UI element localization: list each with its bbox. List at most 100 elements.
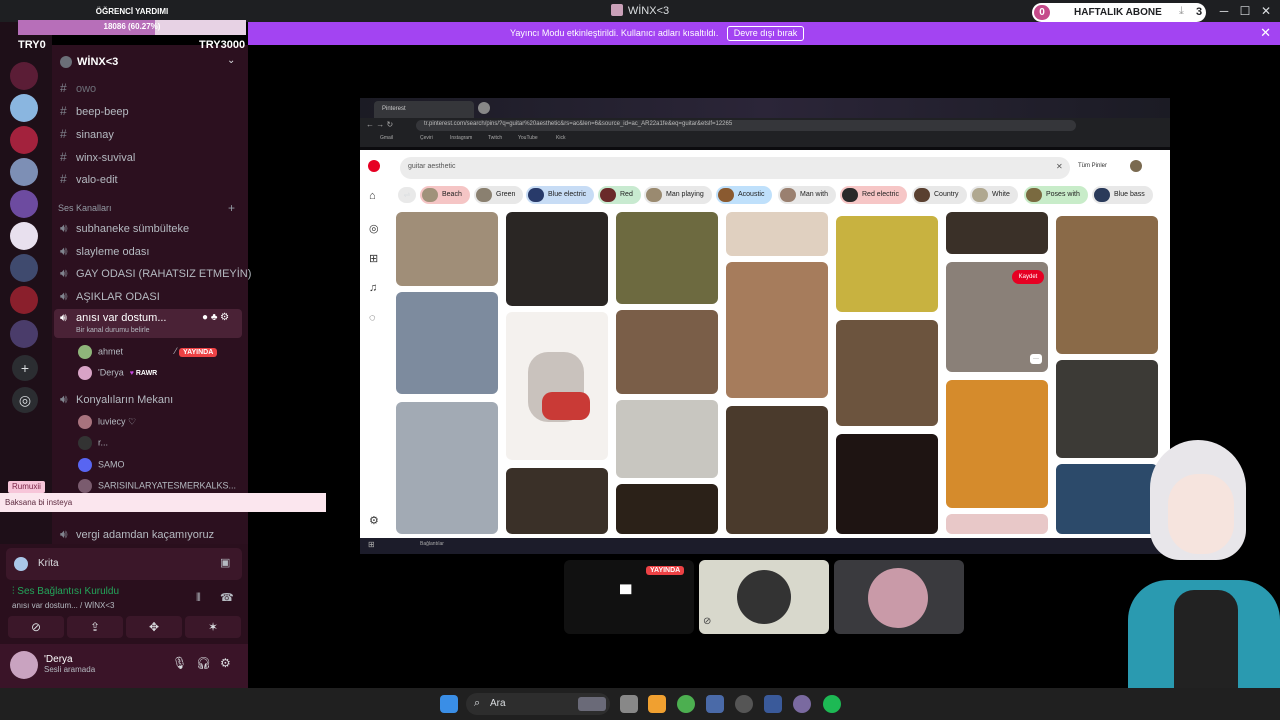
voice-user[interactable]: SARISINLARYATESMERKALKS... — [78, 479, 236, 493]
active-voice-channel[interactable]: 🔊︎ anısı var dostum... Bir kanal durumu b… — [54, 309, 242, 338]
channel-status[interactable]: Bir kanal durumu belirle — [76, 327, 150, 334]
bookmark[interactable]: Twitch — [488, 135, 502, 141]
channel-beep-beep[interactable]: # beep-beep — [60, 104, 129, 118]
pin[interactable] — [946, 514, 1048, 534]
server-icon[interactable] — [10, 126, 38, 154]
pin[interactable] — [836, 320, 938, 426]
clear-search-icon[interactable]: ✕ — [1056, 162, 1063, 171]
voice-channel[interactable]: 🔊︎ subhaneke sümbülteke — [60, 221, 189, 236]
server-icon[interactable] — [10, 94, 38, 122]
soundboard-icon[interactable]: ✶ — [185, 616, 241, 638]
connection-channel[interactable]: anısı var dostum... / WİNX<3 — [12, 601, 114, 610]
notification-icon[interactable]: ♫ — [369, 282, 377, 294]
settings-icon[interactable]: ⚙ — [369, 514, 379, 527]
voice-channel[interactable]: 🔊︎ GAY ODASI (RAHATSIZ ETMEYİN) — [60, 266, 251, 281]
pin[interactable] — [946, 212, 1048, 254]
browser-tab[interactable]: Pinterest — [374, 101, 474, 118]
pin[interactable] — [396, 402, 498, 534]
share-screen-icon[interactable]: ⇪ — [67, 616, 123, 638]
user-name[interactable]: 'Derya — [44, 654, 73, 665]
pin[interactable] — [726, 406, 828, 534]
chip-red[interactable]: Red — [598, 186, 641, 204]
channel-actions-icon[interactable]: ● ♣ ⚙ — [202, 312, 229, 323]
screen-share-icon[interactable]: ▣ — [220, 556, 230, 569]
pin[interactable] — [836, 216, 938, 312]
bookmark[interactable]: Çeviri — [420, 135, 433, 141]
voice-channel-konya[interactable]: 🔊︎ Konyalıların Mekanı — [60, 392, 173, 407]
stream-view[interactable]: Pinterest ← → ↻ tr.pinterest.com/search/… — [360, 98, 1170, 554]
pin[interactable] — [836, 434, 938, 534]
voice-user[interactable]: r... — [78, 436, 108, 450]
connection-status[interactable]: ⫶ Ses Bağlantısı Kuruldu — [12, 586, 119, 597]
close-window-button[interactable]: ✕ — [1256, 2, 1276, 20]
explore-icon[interactable]: ◎ — [369, 222, 379, 235]
voice-user[interactable]: ahmet ⁄ YAYINDA — [78, 345, 218, 359]
pin[interactable] — [616, 484, 718, 534]
start-icon[interactable] — [440, 695, 458, 713]
pin[interactable] — [506, 468, 608, 534]
pin[interactable] — [506, 212, 608, 306]
spotify-icon[interactable] — [823, 695, 841, 713]
bookmark[interactable]: Kick — [556, 135, 565, 141]
server-icon[interactable] — [10, 222, 38, 250]
more-icon[interactable]: ··· — [1030, 354, 1042, 364]
server-icon[interactable] — [10, 158, 38, 186]
voice-channel-vergi[interactable]: 🔊︎ vergi adamdan kaçamıyoruz — [60, 527, 214, 542]
chip-red-electric[interactable]: Red electric — [840, 186, 907, 204]
server-icon[interactable] — [10, 254, 38, 282]
disconnect-icon[interactable]: ☎ — [220, 591, 234, 604]
voice-channel[interactable]: 🔊︎ slayleme odası — [60, 244, 149, 259]
chrome-icon[interactable] — [677, 695, 695, 713]
app-icon[interactable] — [706, 695, 724, 713]
channel-valo-edit[interactable]: # valo-edit — [60, 172, 118, 186]
server-icon[interactable] — [10, 62, 38, 90]
disable-streamer-mode-button[interactable]: Devre dışı bırak — [727, 26, 804, 41]
explore-icon[interactable]: ◎ — [12, 387, 38, 413]
chip-acoustic[interactable]: Acoustic — [716, 186, 773, 204]
avatar[interactable] — [10, 651, 38, 679]
chip-beach[interactable]: Beach — [420, 186, 470, 204]
participant-tile[interactable] — [834, 560, 964, 634]
voice-user[interactable]: luviecy ♡ — [78, 415, 136, 429]
chip-country[interactable]: Country — [912, 186, 967, 204]
server-folder-icon[interactable] — [10, 320, 38, 348]
stream-tile[interactable]: YAYINDA ▀ — [564, 560, 694, 634]
voice-category[interactable]: Ses Kanalları — [58, 203, 112, 213]
channel-winx-suvival[interactable]: # winx-suvival — [60, 150, 135, 164]
activities-icon[interactable]: ✥ — [126, 616, 182, 638]
voice-channel[interactable]: 🔊︎ AŞIKLAR ODASI — [60, 289, 160, 304]
pin[interactable]: Kaydet ··· — [946, 262, 1048, 372]
app-icon[interactable] — [764, 695, 782, 713]
app-icon[interactable] — [735, 695, 753, 713]
chip-green[interactable]: Green — [474, 186, 524, 204]
url-field[interactable]: tr.pinterest.com/search/pins/?q=guitar%2… — [416, 120, 1076, 131]
minimize-button[interactable]: ─ — [1214, 2, 1234, 20]
taskbar-search[interactable]: ⌕ Ara — [466, 693, 610, 715]
pin-filter[interactable]: Tüm Pinler — [1078, 163, 1107, 169]
add-channel-icon[interactable]: + — [228, 201, 235, 215]
camera-icon[interactable]: ⊘ — [8, 616, 64, 638]
bookmark[interactable]: Instagram — [450, 135, 472, 141]
new-tab-icon[interactable] — [478, 102, 490, 114]
chevron-down-icon[interactable]: ⌄ — [227, 55, 235, 66]
chip-man-with[interactable]: Man with — [778, 186, 837, 204]
noise-suppression-icon[interactable]: ⦀ — [196, 592, 201, 605]
voice-user[interactable]: SAMO — [78, 458, 125, 472]
chip-poses-with[interactable]: Poses with — [1024, 186, 1088, 204]
pin[interactable] — [396, 212, 498, 286]
channel-sinanay[interactable]: # sinanay — [60, 127, 114, 141]
pinterest-search[interactable]: guitar aesthetic ✕ — [400, 157, 1070, 179]
messages-icon[interactable]: ◌ — [369, 312, 376, 324]
maximize-button[interactable]: ☐ — [1235, 2, 1255, 20]
server-icon[interactable] — [10, 190, 38, 218]
server-icon[interactable] — [10, 286, 38, 314]
filter-icon[interactable]: ⇌ — [398, 187, 416, 203]
pin[interactable] — [726, 262, 828, 398]
home-icon[interactable]: ⌂ — [369, 190, 376, 202]
pin[interactable] — [726, 212, 828, 256]
channel-owo[interactable]: # owo — [60, 81, 96, 95]
microphone-icon[interactable]: 🎙︎ — [172, 656, 187, 670]
activity-card[interactable]: Krita ▣ — [6, 548, 242, 580]
pin[interactable] — [1056, 216, 1158, 354]
pinterest-logo[interactable] — [368, 160, 380, 172]
